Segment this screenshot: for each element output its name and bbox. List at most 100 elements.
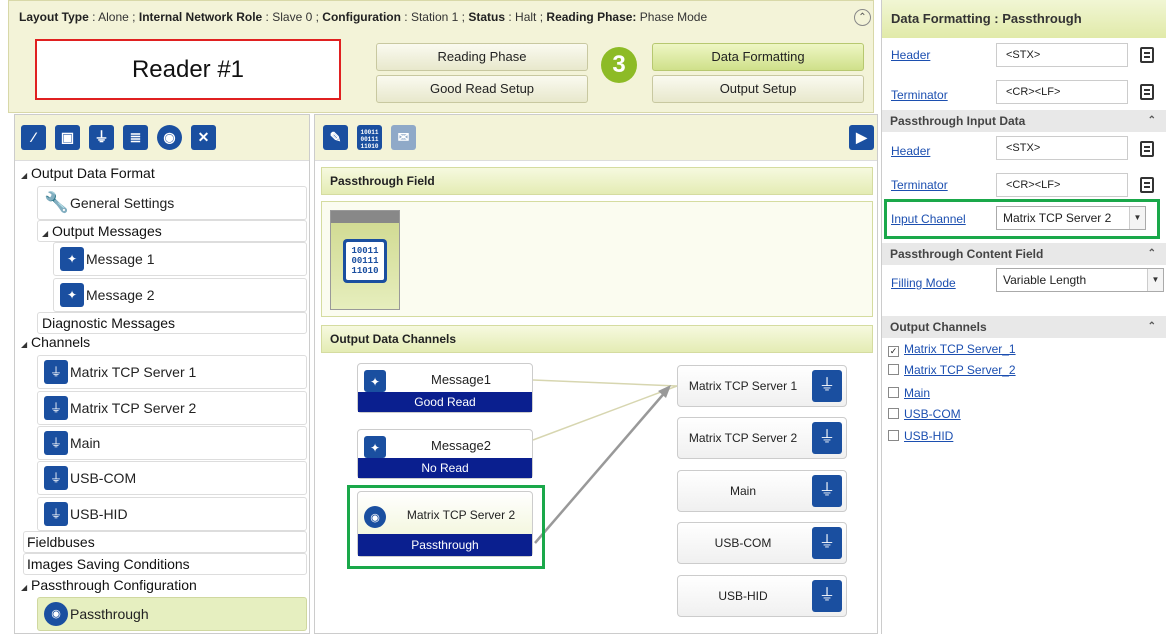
tree-output-messages[interactable]: ◢ Output Messages (37, 220, 307, 242)
node-title: Message1 (431, 372, 491, 387)
filling-mode-link[interactable]: Filling Mode (891, 276, 956, 290)
wrench-icon: 🔧 (44, 192, 69, 214)
clipboard-icon[interactable] (1140, 47, 1154, 63)
status-value: Station 1 (410, 10, 459, 24)
output-label: USB-COM (714, 536, 772, 550)
reading-phase-button[interactable]: Reading Phase (376, 43, 588, 71)
output-tcp-server-2[interactable]: Matrix TCP Server 2 ⏚ (677, 417, 847, 459)
checkbox-unchecked[interactable] (888, 387, 899, 398)
passthrough-icon[interactable]: ◉ (157, 125, 182, 150)
reader-label: Reader #1 (35, 39, 341, 100)
checkbox-label: USB-HID (904, 429, 954, 443)
plug-icon: ⏚ (812, 527, 842, 559)
passthrough-icon: ◉ (44, 602, 68, 626)
diagnostics-icon[interactable]: ⁄ (21, 125, 46, 150)
tree-label: USB-HID (70, 506, 128, 522)
checkbox-unchecked[interactable] (888, 364, 899, 375)
checkbox-label: Matrix TCP Server_1 (904, 342, 1016, 356)
input-header-field[interactable]: <STX> (996, 136, 1128, 160)
clipboard-icon[interactable] (1140, 141, 1154, 157)
section-passthrough-content[interactable]: Passthrough Content Field ⌃ (882, 243, 1166, 265)
input-terminator-field[interactable]: <CR><LF> (996, 173, 1128, 197)
source-message1[interactable]: ✦ Message1 Good Read (357, 363, 533, 413)
message-icon: ✦ (364, 370, 386, 392)
terminator-link[interactable]: Terminator (891, 88, 948, 102)
checkbox-unchecked[interactable] (888, 430, 899, 441)
output-channel-checkbox-tcp2[interactable]: Matrix TCP Server_2 (888, 363, 1016, 377)
output-tcp-server-1[interactable]: Matrix TCP Server 1 ⏚ (677, 365, 847, 407)
output-channel-checkbox-usb-com[interactable]: USB-COM (888, 407, 961, 421)
output-label: Matrix TCP Server 1 (688, 379, 798, 393)
status-value: Slave 0 (272, 10, 313, 24)
checkbox-checked[interactable]: ✓ (888, 346, 899, 357)
delete-icon[interactable]: ✕ (191, 125, 216, 150)
plug-icon[interactable]: ⏚ (89, 125, 114, 150)
tree-channel-tcp1[interactable]: ⏚ Matrix TCP Server 1 (37, 355, 307, 389)
dropdown-arrow-icon: ▼ (1147, 269, 1163, 291)
checkbox-label: Main (904, 386, 931, 400)
tree-message-2[interactable]: ✦ Message 2 (53, 278, 307, 312)
output-usb-hid[interactable]: USB-HID ⏚ (677, 575, 847, 617)
node-title: Message2 (431, 438, 491, 453)
tree-fieldbuses[interactable]: Fieldbuses (23, 531, 307, 553)
data-formatting-button[interactable]: Data Formatting (652, 43, 864, 71)
output-usb-com[interactable]: USB-COM ⏚ (677, 522, 847, 564)
message-icon: ✦ (364, 436, 386, 458)
collapse-up-icon[interactable]: ⌃ (854, 9, 871, 26)
step-number-badge: 3 (601, 47, 637, 83)
tree-diagnostic-messages[interactable]: Diagnostic Messages (37, 312, 307, 334)
input-terminator-link[interactable]: Terminator (891, 178, 948, 192)
tree-label: Channels (31, 334, 91, 350)
tree-label: Output Messages (52, 223, 162, 239)
header-field[interactable]: <STX> (996, 43, 1128, 67)
output-channel-checkbox-main[interactable]: Main (888, 386, 930, 400)
output-main[interactable]: Main ⏚ (677, 470, 847, 512)
good-read-setup-button[interactable]: Good Read Setup (376, 75, 588, 103)
section-label: Passthrough Input Data (890, 114, 1026, 128)
tree-output-data-format[interactable]: ◢ Output Data Format (21, 163, 306, 185)
checkbox-unchecked[interactable] (888, 408, 899, 419)
tree-label: Diagnostic Messages (42, 315, 176, 331)
output-label: Matrix TCP Server 2 (688, 431, 798, 445)
node-status-bar: Good Read (358, 392, 532, 412)
section-output-channels[interactable]: Output Channels ⌃ (882, 316, 1166, 338)
status-key: Configuration (322, 10, 401, 24)
chevron-up-icon: ⌃ (1147, 115, 1156, 126)
status-key: Internal Network Role (138, 10, 263, 24)
tree-channel-usb-com[interactable]: ⏚ USB-COM (37, 461, 307, 495)
terminator-field[interactable]: <CR><LF> (996, 80, 1128, 104)
tree-label: USB-COM (70, 470, 137, 486)
clipboard-icon[interactable] (1140, 177, 1154, 193)
tree-channel-usb-hid[interactable]: ⏚ USB-HID (37, 497, 307, 531)
section-passthrough-input[interactable]: Passthrough Input Data ⌃ (882, 110, 1166, 132)
header-link[interactable]: Header (891, 48, 930, 62)
tree-general-settings[interactable]: 🔧 General Settings (37, 186, 307, 220)
tree-passthrough-config[interactable]: ◢ Passthrough Configuration (21, 575, 306, 597)
output-channel-checkbox-usb-hid[interactable]: USB-HID (888, 429, 953, 443)
tree-channel-tcp2[interactable]: ⏚ Matrix TCP Server 2 (37, 391, 307, 425)
select-value: Variable Length (1003, 273, 1087, 287)
clipboard-icon[interactable] (1140, 84, 1154, 100)
tree-images-saving[interactable]: Images Saving Conditions (23, 553, 307, 575)
highlight-source-box (347, 485, 545, 569)
status-key: Status (468, 10, 506, 24)
collapse-triangle-icon: ◢ (42, 229, 49, 238)
tree-channels[interactable]: ◢ Channels (21, 332, 306, 354)
filling-mode-select[interactable]: Variable Length ▼ (996, 268, 1164, 292)
output-channel-checkbox-tcp1[interactable]: ✓ Matrix TCP Server_1 (888, 342, 1016, 357)
tree-label: Message 2 (86, 287, 155, 303)
io-module-icon[interactable]: ▣ (55, 125, 80, 150)
tree-channel-main[interactable]: ⏚ Main (37, 426, 307, 460)
source-message2[interactable]: ✦ Message2 No Read (357, 429, 533, 479)
tree-message-1[interactable]: ✦ Message 1 (53, 242, 307, 276)
plug-icon: ⏚ (44, 502, 68, 526)
ethernet-ip-icon[interactable]: ≣ (123, 125, 148, 150)
plug-icon: ⏚ (44, 360, 68, 384)
input-header-link[interactable]: Header (891, 144, 930, 158)
tree-label: Fieldbuses (27, 534, 95, 550)
plug-icon: ⏚ (812, 422, 842, 454)
output-setup-button[interactable]: Output Setup (652, 75, 864, 103)
left-toolbar: ⁄ ▣ ⏚ ≣ ◉ ✕ (15, 115, 309, 161)
tree-passthrough[interactable]: ◉ Passthrough (37, 597, 307, 631)
status-key: Reading Phase: (546, 10, 637, 24)
